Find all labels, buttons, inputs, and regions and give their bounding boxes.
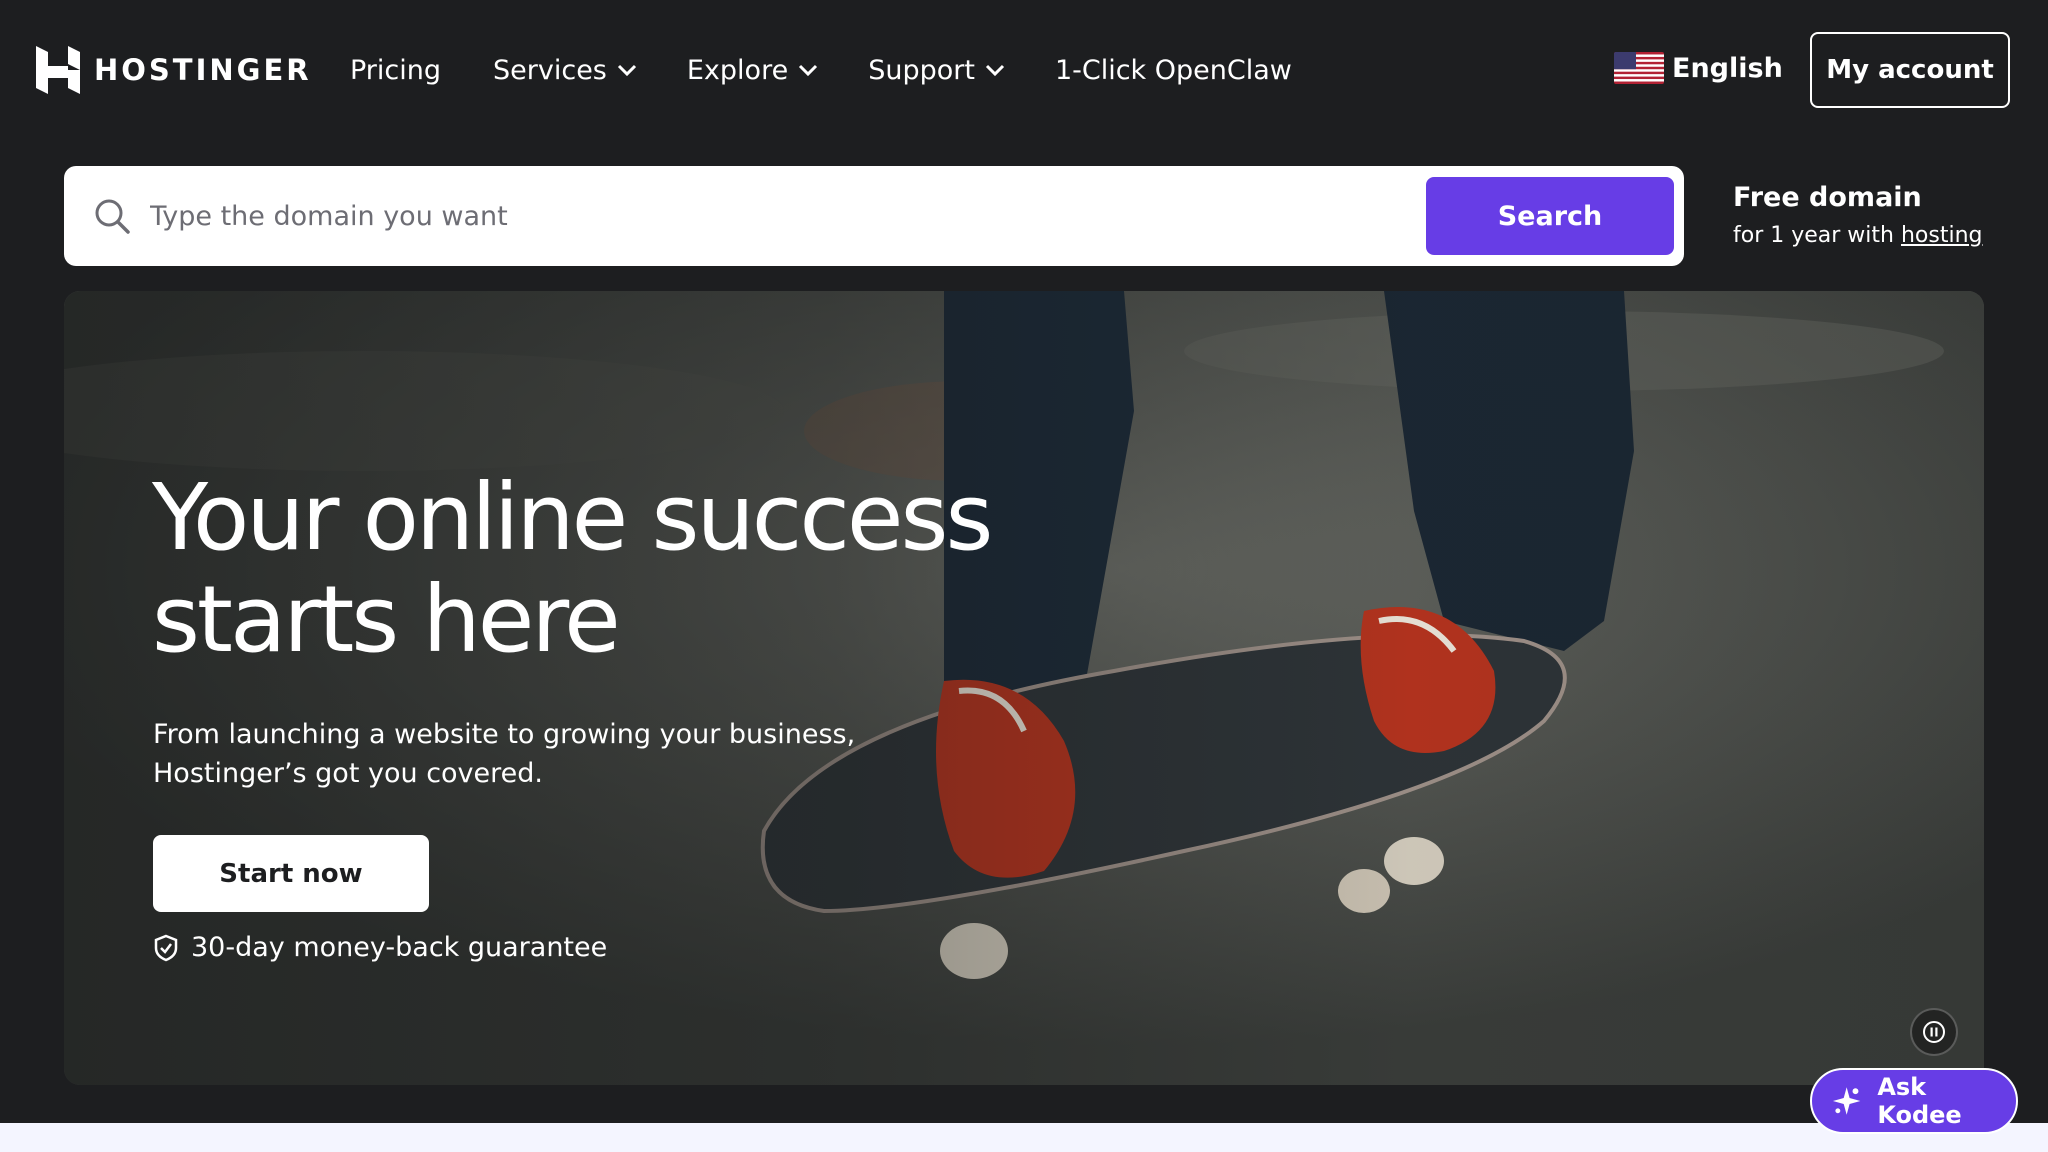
next-section-edge	[0, 1123, 2048, 1152]
shield-check-icon	[154, 934, 178, 961]
nav-item-label: Explore	[686, 54, 789, 86]
promo-subtitle: for 1 year with hosting	[1733, 223, 1983, 248]
chevron-down-icon	[799, 64, 818, 77]
pause-video-button[interactable]	[1910, 1008, 1958, 1056]
hero-banner: Your online success starts here From lau…	[64, 291, 1984, 1085]
brand-logo[interactable]: HOSTINGER	[36, 46, 312, 94]
domain-search-box: Search	[64, 166, 1684, 266]
chevron-down-icon	[985, 64, 1004, 77]
search-button[interactable]: Search	[1426, 177, 1674, 255]
hero-title-line-1: Your online success	[152, 464, 993, 571]
my-account-button[interactable]: My account	[1810, 32, 2010, 108]
pause-icon	[1923, 1021, 1945, 1043]
guarantee-text: 30-day money-back guarantee	[191, 932, 608, 963]
hosting-link[interactable]: hosting	[1901, 223, 1983, 248]
domain-search-input[interactable]	[150, 186, 1470, 246]
nav-item-openclaw[interactable]: 1-Click OpenClaw	[1055, 55, 1292, 86]
promo-title: Free domain	[1733, 182, 1922, 213]
hero-overlay	[64, 291, 1984, 1085]
ask-kodee-button[interactable]: Ask Kodee	[1810, 1068, 2018, 1134]
chevron-down-icon	[617, 64, 636, 77]
nav-item-support[interactable]: Support	[868, 55, 1005, 86]
nav-item-label: Pricing	[350, 54, 442, 86]
top-navigation: HOSTINGER Pricing Services Explore Suppo…	[0, 0, 2048, 140]
free-domain-promo: Free domain for 1 year with hosting	[1733, 182, 1983, 248]
hostinger-logo-icon	[36, 46, 80, 94]
money-back-guarantee: 30-day money-back guarantee	[153, 932, 607, 963]
nav-item-services[interactable]: Services	[493, 55, 637, 86]
nav-item-label: Services	[493, 54, 607, 86]
start-now-button[interactable]: Start now	[153, 835, 429, 912]
main-nav: Pricing Services Explore Support 1-Click…	[350, 50, 1342, 90]
hero-description: From launching a website to growing your…	[153, 719, 856, 789]
hero-title-line-2: starts here	[152, 566, 621, 673]
nav-item-label: 1-Click OpenClaw	[1054, 54, 1292, 86]
search-icon	[95, 199, 130, 234]
nav-item-label: Support	[868, 54, 975, 86]
language-label: English	[1672, 52, 1783, 84]
hero-title: Your online success starts here	[152, 467, 1052, 671]
nav-item-pricing[interactable]: Pricing	[350, 55, 441, 86]
brand-name: HOSTINGER	[94, 53, 312, 87]
us-flag-icon	[1614, 52, 1664, 84]
promo-subtitle-text: for 1 year with	[1733, 223, 1901, 248]
ask-kodee-label: Ask Kodee	[1877, 1073, 1962, 1129]
kodee-sparkle-icon	[1832, 1087, 1861, 1115]
language-selector[interactable]: English	[1614, 52, 1783, 84]
nav-item-explore[interactable]: Explore	[687, 55, 818, 86]
